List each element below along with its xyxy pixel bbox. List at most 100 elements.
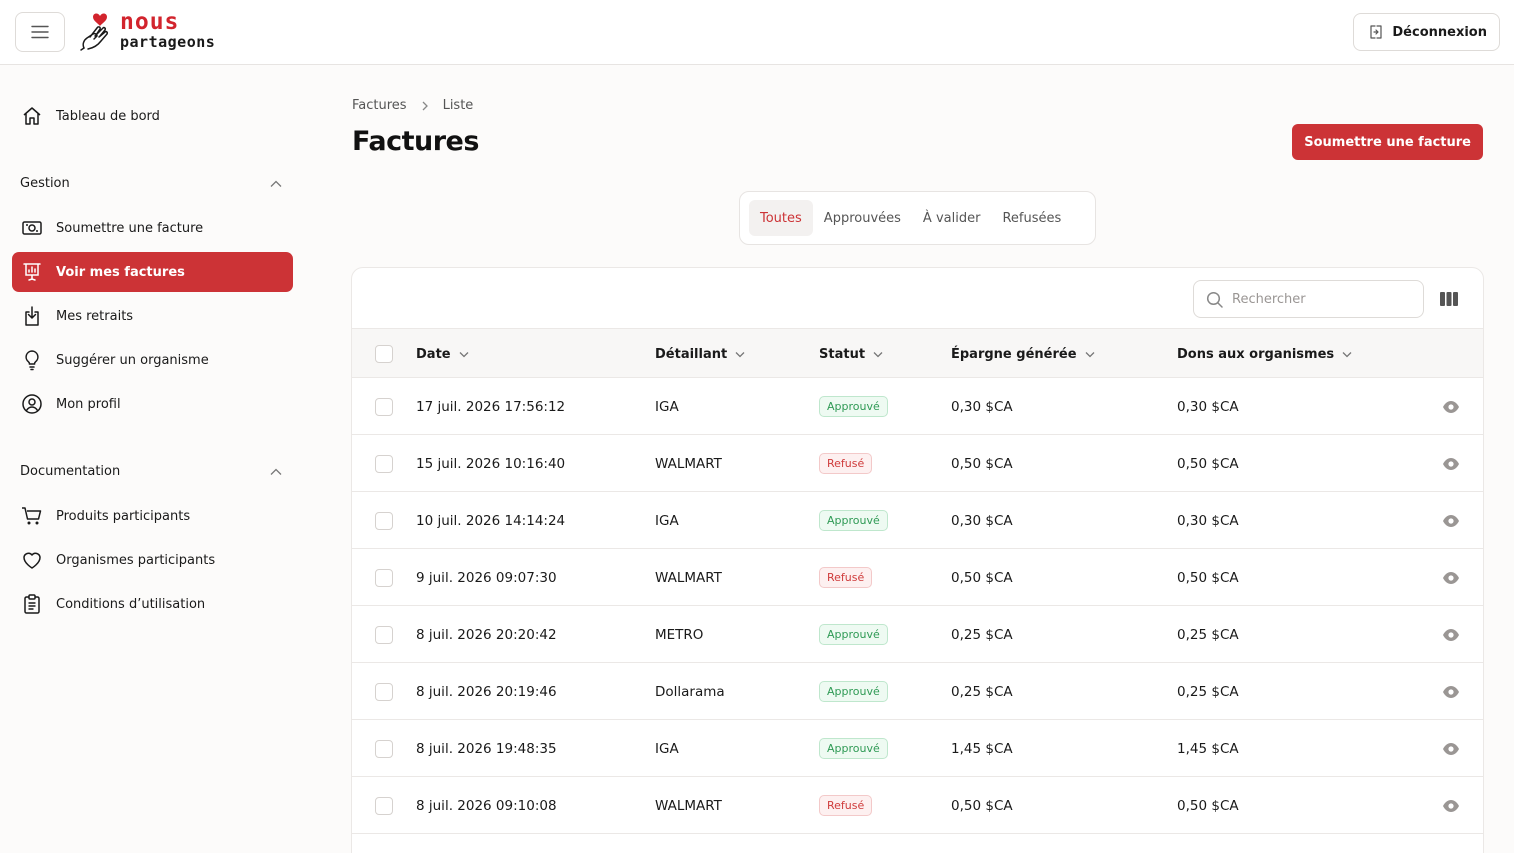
table-row: 8 juil. 2026 09:10:08 WALMART Refusé 0,5… [352,777,1483,834]
sidebar-item-submit-invoice[interactable]: Soumettre une facture [12,208,293,248]
cell-donations: 0,25 $CA [1177,626,1239,643]
eye-icon[interactable] [1442,740,1460,758]
sidebar-item-label: Mes retraits [56,308,134,324]
row-checkbox[interactable] [375,626,393,644]
logout-icon [1370,25,1382,39]
status-badge: Refusé [819,795,873,816]
column-header-status[interactable]: Statut [819,329,883,379]
status-badge: Approuvé [819,681,888,702]
sidebar-item-suggest-organization[interactable]: Suggérer un organisme [12,340,293,380]
column-settings-button[interactable] [1437,288,1461,310]
cell-donations: 0,25 $CA [1177,683,1239,700]
chevron-up-icon [270,468,282,475]
breadcrumb: Factures Liste [352,98,473,113]
user-circle-icon [22,394,42,414]
hamburger-icon [31,25,49,39]
table-row: 10 juil. 2026 14:14:24 IGA Approuvé 0,30… [352,492,1483,549]
eye-icon[interactable] [1442,569,1460,587]
cell-date: 8 juil. 2026 20:19:46 [416,683,557,700]
cell-date: 8 juil. 2026 20:20:42 [416,626,557,643]
breadcrumb-item-factures[interactable]: Factures [352,98,407,113]
sidebar-item-label: Produits participants [56,508,191,524]
column-header-savings[interactable]: Épargne générée [951,329,1095,379]
tab-approved[interactable]: Approuvées [813,200,912,236]
status-badge: Refusé [819,567,873,588]
cell-date: 8 juil. 2026 09:10:08 [416,797,557,814]
cell-retailer: WALMART [655,797,722,814]
cell-date: 15 juil. 2026 10:16:40 [416,455,566,472]
row-checkbox[interactable] [375,740,393,758]
cell-retailer: Dollarama [655,683,725,700]
table-row: 17 juil. 2026 17:56:12 IGA Approuvé 0,30… [352,378,1483,435]
eye-icon[interactable] [1442,626,1460,644]
column-header-label: Date [416,346,451,362]
tab-refused[interactable]: Refusées [991,200,1072,236]
cell-date: 9 juil. 2026 09:07:30 [416,569,557,586]
table-row: 8 juil. 2026 20:19:46 Dollarama Approuvé… [352,663,1483,720]
eye-icon[interactable] [1442,512,1460,530]
sidebar-item-view-invoices[interactable]: Voir mes factures [12,252,293,292]
tab-all[interactable]: Toutes [749,200,813,236]
cell-savings: 0,30 $CA [951,512,1013,529]
cell-donations: 0,50 $CA [1177,797,1239,814]
section-documentation-title: Documentation [20,464,121,479]
logout-button[interactable]: Déconnexion [1353,13,1500,51]
withdraw-icon [25,306,39,326]
eye-icon[interactable] [1442,683,1460,701]
invoice-upload-icon [22,221,42,235]
top-bar: nous partageons Déconnexion [0,0,1514,65]
row-checkbox[interactable] [375,683,393,701]
logo[interactable]: nous partageons [78,10,215,56]
sidebar-item-dashboard[interactable]: Tableau de bord [12,96,293,136]
eye-icon[interactable] [1442,797,1460,815]
cell-retailer: METRO [655,626,704,643]
search-input[interactable] [1232,291,1402,307]
section-gestion-header[interactable]: Gestion [20,176,282,191]
row-checkbox[interactable] [375,569,393,587]
status-badge: Approuvé [819,396,888,417]
hamburger-menu-button[interactable] [15,12,65,52]
sidebar-item-label: Tableau de bord [56,108,160,124]
chevron-down-icon [459,351,469,357]
chevron-down-icon [1342,351,1352,357]
column-header-label: Dons aux organismes [1177,346,1335,362]
invoices-table-card: Date Détaillant Statut Épargne générée D… [351,267,1484,853]
section-documentation-header[interactable]: Documentation [20,464,282,479]
sidebar-item-label: Conditions d’utilisation [56,596,206,612]
cell-donations: 0,30 $CA [1177,398,1239,415]
column-header-label: Détaillant [655,346,728,362]
row-checkbox[interactable] [375,512,393,530]
sidebar-item-profile[interactable]: Mon profil [12,384,293,424]
columns-icon [1440,292,1458,306]
cell-savings: 1,45 $CA [951,740,1013,757]
sidebar-item-withdrawals[interactable]: Mes retraits [12,296,293,336]
cell-donations: 0,30 $CA [1177,512,1239,529]
table-row: 8 juil. 2026 20:20:42 METRO Approuvé 0,2… [352,606,1483,663]
sidebar-item-label: Organismes participants [56,552,216,568]
status-badge: Refusé [819,453,873,474]
row-checkbox[interactable] [375,455,393,473]
row-checkbox[interactable] [375,398,393,416]
select-all-checkbox[interactable] [375,345,393,363]
cell-date: 17 juil. 2026 17:56:12 [416,398,566,415]
column-header-date[interactable]: Date [416,329,469,379]
heart-icon [23,552,41,569]
sidebar: Tableau de bord Gestion Soumettre une fa… [0,66,305,853]
column-header-retailer[interactable]: Détaillant [655,329,745,379]
eye-icon[interactable] [1442,455,1460,473]
sidebar-item-label: Soumettre une facture [56,220,204,236]
sidebar-item-label: Voir mes factures [56,264,185,280]
submit-invoice-button[interactable]: Soumettre une facture [1292,124,1483,160]
cell-date: 8 juil. 2026 19:48:35 [416,740,557,757]
row-checkbox[interactable] [375,797,393,815]
cell-retailer: IGA [655,398,679,415]
sidebar-item-participating-organizations[interactable]: Organismes participants [12,540,293,580]
sidebar-item-participating-products[interactable]: Produits participants [12,496,293,536]
sidebar-item-terms-of-use[interactable]: Conditions d’utilisation [12,584,293,624]
hand-heart-logo-icon [80,13,108,51]
cell-retailer: IGA [655,512,679,529]
column-header-label: Statut [819,346,866,362]
eye-icon[interactable] [1442,398,1460,416]
column-header-donations[interactable]: Dons aux organismes [1177,329,1352,379]
tab-pending[interactable]: À valider [912,200,992,236]
